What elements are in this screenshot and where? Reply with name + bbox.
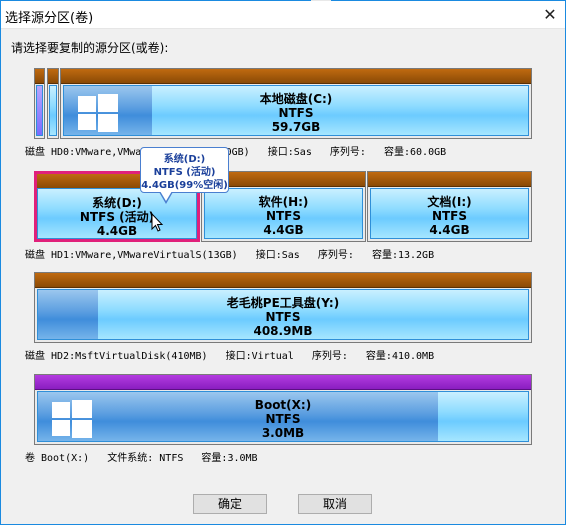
ok-button[interactable]: 确定 xyxy=(193,494,267,514)
instruction-text: 请选择要复制的源分区(或卷): xyxy=(11,41,169,55)
partition-c[interactable]: 本地磁盘(C:) NTFS 59.7GB xyxy=(60,68,532,139)
partition-x[interactable]: Boot(X:) NTFS 3.0MB xyxy=(34,374,532,445)
partition-y-size: 408.9MB xyxy=(253,324,313,338)
partition-x-fs: NTFS xyxy=(265,412,301,426)
partition-i-fs: NTFS xyxy=(431,209,468,223)
partition-tooltip: 系统(D:) NTFS (活动) 4.4GB(99%空闲) xyxy=(140,147,229,204)
partition-small-1[interactable] xyxy=(34,68,45,139)
partition-y-name: 老毛桃PE工具盘(Y:) xyxy=(226,296,340,310)
title-bar: 选择源分区(卷) ✕ xyxy=(1,1,565,29)
partition-i-size: 4.4GB xyxy=(429,223,470,237)
partition-x-name: Boot(X:) xyxy=(254,398,312,412)
tooltip-line1: 系统(D:) xyxy=(163,154,206,165)
tooltip-line3: 4.4GB(99%空闲) xyxy=(141,180,228,191)
window-title: 选择源分区(卷) xyxy=(5,11,94,26)
partition-i-name: 文档(I:) xyxy=(427,195,472,209)
disk3-info: 卷 Boot(X:) 文件系统: NTFS 容量:3.0MB xyxy=(25,453,258,464)
disk1-info: 磁盘 HD1:VMware,VMwareVirtualS(13GB) 接口:Sa… xyxy=(25,250,435,261)
partition-h-fs: NTFS xyxy=(265,209,302,223)
partition-y-fs: NTFS xyxy=(265,310,301,324)
partition-y[interactable]: 老毛桃PE工具盘(Y:) NTFS 408.9MB xyxy=(34,272,532,343)
cancel-button[interactable]: 取消 xyxy=(298,494,372,514)
partition-c-name: 本地磁盘(C:) xyxy=(259,92,333,106)
partition-c-size: 59.7GB xyxy=(271,120,321,134)
close-icon[interactable]: ✕ xyxy=(539,4,561,26)
disk0-info: 磁盘 HD0:VMware,VMware Virtual S(60GB) 接口:… xyxy=(25,147,447,158)
partition-i[interactable]: 文档(I:) NTFS 4.4GB xyxy=(367,171,532,242)
disk2-info: 磁盘 HD2:MsftVirtualDisk(410MB) 接口:Virtual… xyxy=(25,351,435,362)
partition-x-size: 3.0MB xyxy=(261,426,305,440)
dialog-window: 选择源分区(卷) ✕ 请选择要复制的源分区(或卷): 本地磁盘(C:) NTFS… xyxy=(0,0,566,525)
partition-small-2[interactable] xyxy=(47,68,59,139)
partition-h-name: 软件(H:) xyxy=(258,195,309,209)
tooltip-line2: NTFS (活动) xyxy=(153,167,216,178)
partition-d-fs: NTFS (活动) xyxy=(79,210,155,224)
partition-c-fs: NTFS xyxy=(278,106,314,120)
partition-h-size: 4.4GB xyxy=(263,223,304,237)
partition-d-size: 4.4GB xyxy=(96,224,138,238)
mouse-cursor-icon xyxy=(151,213,164,232)
